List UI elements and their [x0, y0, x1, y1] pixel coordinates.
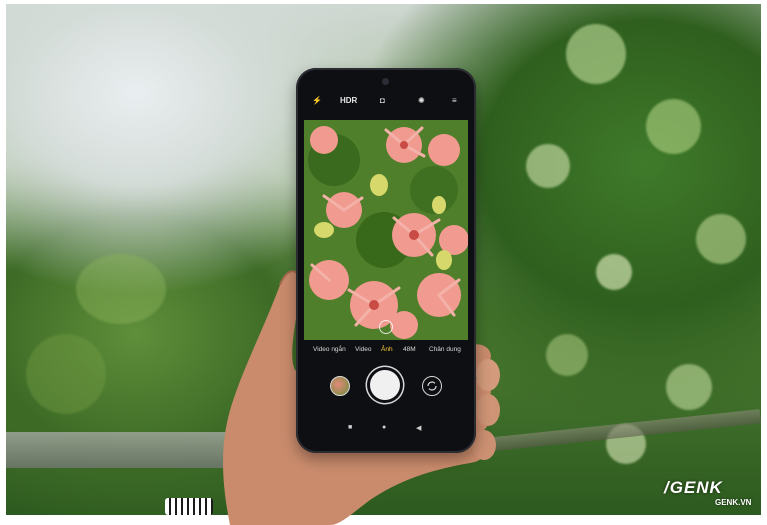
shutter-button[interactable] — [370, 370, 400, 400]
mode-short-video[interactable]: Video ngắn — [313, 346, 346, 353]
lens-icon[interactable]: ◘ — [380, 96, 385, 105]
gallery-thumbnail[interactable] — [330, 376, 350, 396]
switch-camera-icon[interactable] — [422, 376, 442, 396]
focus-ring — [379, 320, 393, 334]
back-button[interactable]: ◀ — [416, 424, 421, 432]
hdr-button[interactable]: HDR — [340, 96, 357, 105]
mode-selector: Video ngắn Video Ảnh 48M Chân dung — [296, 346, 476, 358]
settings-icon[interactable]: ✺ — [418, 96, 425, 105]
bokeh-light — [666, 364, 712, 410]
camera-topbar: ⚡ HDR ◘ ✺ ≡ — [296, 96, 476, 112]
refresh-arrows-icon — [427, 381, 437, 391]
mode-photo[interactable]: Ảnh — [381, 346, 393, 353]
camera-controls — [296, 368, 476, 408]
bokeh-light — [526, 144, 570, 188]
front-camera — [382, 78, 389, 85]
bokeh-light — [646, 99, 701, 154]
mode-portrait[interactable]: Chân dung — [429, 346, 461, 353]
camera-viewfinder[interactable] — [304, 120, 468, 340]
bokeh-light — [566, 24, 626, 84]
phone: ⚡ HDR ◘ ✺ ≡ Video ngắn Video Ảnh 48M Châ… — [296, 68, 476, 453]
flash-auto-icon[interactable]: ⚡ — [312, 96, 322, 105]
genk-logo: /GENK — [664, 478, 723, 497]
wristband — [165, 498, 213, 515]
mode-video[interactable]: Video — [355, 346, 372, 353]
android-nav-bar: ■ ● ◀ — [296, 424, 476, 434]
mode-48m[interactable]: 48M — [403, 346, 416, 353]
bokeh-light — [596, 254, 632, 290]
bokeh-light — [76, 254, 166, 324]
recents-button[interactable]: ■ — [348, 424, 352, 431]
flower-preview — [304, 120, 468, 340]
bokeh-light — [26, 334, 106, 414]
menu-icon[interactable]: ≡ — [452, 96, 457, 105]
bokeh-light — [546, 334, 588, 376]
genk-site-label: GENK.VN — [715, 498, 752, 507]
home-button[interactable]: ● — [382, 424, 386, 431]
bokeh-light — [696, 214, 746, 264]
